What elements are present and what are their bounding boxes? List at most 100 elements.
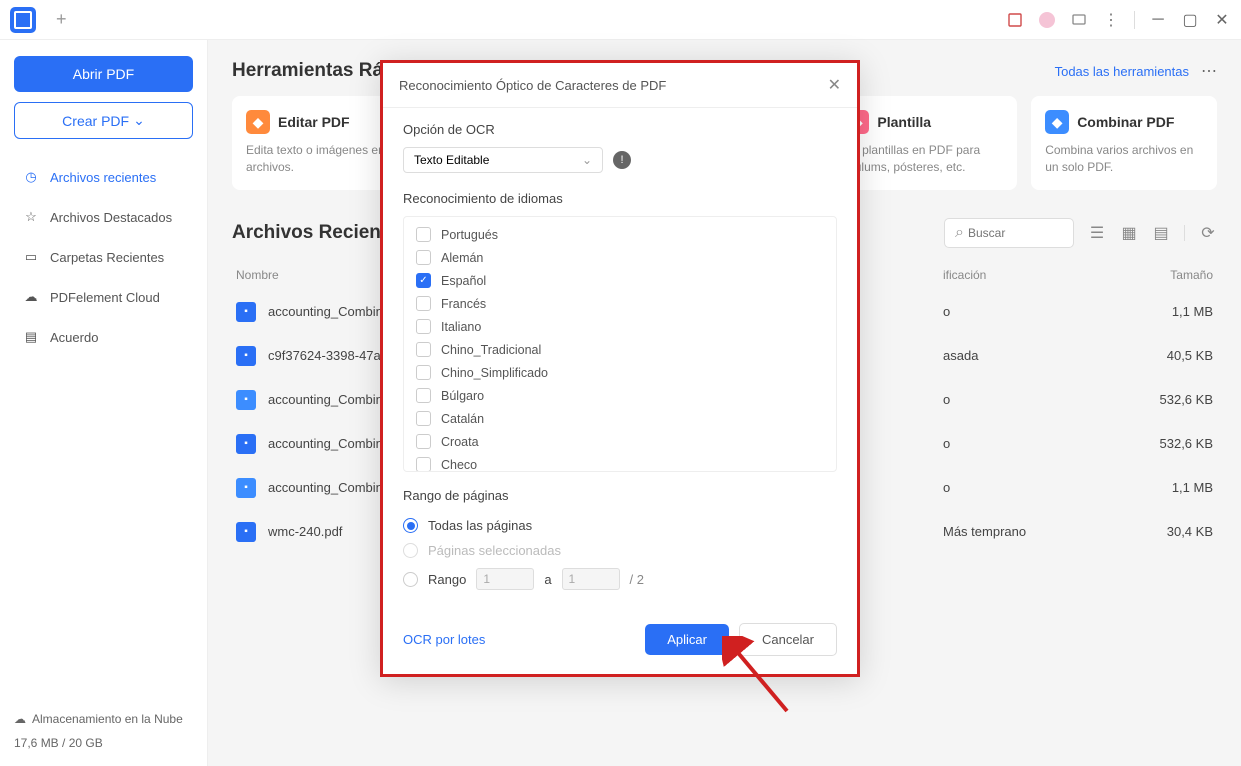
app-logo[interactable] bbox=[10, 7, 36, 33]
calendar-icon[interactable]: ▤ bbox=[1152, 224, 1170, 242]
divider bbox=[1134, 11, 1135, 29]
storage-value: 17,6 MB / 20 GB bbox=[14, 736, 193, 750]
lang-option[interactable]: Chino_Simplificado bbox=[404, 361, 836, 384]
radio-icon bbox=[403, 543, 418, 558]
file-modified: o bbox=[943, 392, 1133, 407]
tool-card-4[interactable]: ◆ Combinar PDF Combina varios archivos en … bbox=[1031, 96, 1217, 190]
storage-info: ☁Almacenamiento en la Nube 17,6 MB / 20 … bbox=[14, 712, 193, 750]
tool-icon: ◆ bbox=[1045, 110, 1069, 134]
language-list[interactable]: Portugués Alemán ✓EspañolFrancés Italiano Ch… bbox=[403, 216, 837, 472]
sidebar-item-0[interactable]: ◷Archivos recientes bbox=[14, 157, 193, 197]
nav-label: Archivos recientes bbox=[50, 170, 156, 185]
nav-label: PDFelement Cloud bbox=[50, 290, 160, 305]
file-modified: o bbox=[943, 436, 1133, 451]
checkbox-icon bbox=[416, 411, 431, 426]
sidebar-item-4[interactable]: ▤Acuerdo bbox=[14, 317, 193, 357]
lang-label: Italiano bbox=[441, 320, 481, 334]
checkbox-icon bbox=[416, 319, 431, 334]
tool-title: Combinar PDF bbox=[1077, 114, 1174, 130]
lang-label: Alemán bbox=[441, 251, 483, 265]
avatar-icon[interactable] bbox=[1038, 11, 1056, 29]
ocr-dialog: Reconocimiento Óptico de Caracteres de P… bbox=[380, 60, 860, 677]
sidebar-item-2[interactable]: ▭Carpetas Recientes bbox=[14, 237, 193, 277]
lang-label: Catalán bbox=[441, 412, 484, 426]
kebab-menu-icon[interactable]: ⋮ bbox=[1102, 11, 1120, 29]
grid-view-icon[interactable]: ▦ bbox=[1120, 224, 1138, 242]
lang-option[interactable]: Alemán bbox=[404, 246, 836, 269]
open-pdf-button[interactable]: Abrir PDF bbox=[14, 56, 193, 92]
close-button[interactable]: ✕ bbox=[1213, 11, 1231, 29]
tool-title: Plantilla bbox=[877, 114, 931, 130]
info-icon[interactable]: ! bbox=[613, 151, 631, 169]
tool-icon: ◆ bbox=[246, 110, 270, 134]
checkbox-icon bbox=[416, 434, 431, 449]
dialog-title: Reconocimiento Óptico de Caracteres de P… bbox=[399, 78, 666, 93]
lang-option[interactable]: Checo bbox=[404, 453, 836, 472]
range-to-input[interactable] bbox=[562, 568, 620, 590]
nav-label: Archivos Destacados bbox=[50, 210, 172, 225]
file-size: 532,6 KB bbox=[1133, 436, 1213, 451]
create-pdf-button[interactable]: Crear PDF⌄ bbox=[14, 102, 193, 139]
maximize-button[interactable]: ▢ bbox=[1181, 11, 1199, 29]
search-icon: ⌕ bbox=[955, 224, 964, 242]
ocr-option-select[interactable]: Texto Editable ⌄ bbox=[403, 147, 603, 173]
lang-label: Chino_Tradicional bbox=[441, 343, 541, 357]
range-from-input[interactable] bbox=[476, 568, 534, 590]
file-size: 1,1 MB bbox=[1133, 304, 1213, 319]
file-size: 532,6 KB bbox=[1133, 392, 1213, 407]
lang-label: Croata bbox=[441, 435, 479, 449]
sidebar-item-1[interactable]: ☆ Archivos Destacados bbox=[14, 197, 193, 237]
nav-icon: ☆ bbox=[22, 208, 40, 226]
file-icon: ▪ bbox=[236, 478, 256, 498]
file-icon: ▪ bbox=[236, 434, 256, 454]
chevron-down-icon: ⌄ bbox=[133, 112, 145, 129]
lang-label: Búlgaro bbox=[441, 389, 484, 403]
apply-button[interactable]: Aplicar bbox=[645, 624, 729, 655]
search-input[interactable] bbox=[968, 226, 1063, 240]
lang-option[interactable]: Catalán bbox=[404, 407, 836, 430]
checkbox-icon bbox=[416, 296, 431, 311]
tool-desc: Combina varios archivos en un solo PDF. bbox=[1045, 142, 1203, 176]
range-all-option[interactable]: Todas las páginas bbox=[403, 513, 837, 538]
cancel-button[interactable]: Cancelar bbox=[739, 623, 837, 656]
list-view-icon[interactable]: ☰ bbox=[1088, 224, 1106, 242]
new-tab-button[interactable]: + bbox=[48, 9, 75, 30]
radio-icon bbox=[403, 518, 418, 533]
file-icon: ▪ bbox=[236, 302, 256, 322]
lang-label: Portugués bbox=[441, 228, 498, 242]
notification-icon[interactable] bbox=[1006, 11, 1024, 29]
nav-icon: ▤ bbox=[22, 328, 40, 346]
batch-ocr-link[interactable]: OCR por lotes bbox=[403, 632, 485, 647]
checkbox-icon bbox=[416, 250, 431, 265]
sidebar-item-3[interactable]: ☁ PDFelement Cloud bbox=[14, 277, 193, 317]
all-tools-link[interactable]: Todas las herramientas bbox=[1055, 64, 1189, 79]
file-icon: ▪ bbox=[236, 522, 256, 542]
divider bbox=[1184, 225, 1185, 241]
sidebar: Abrir PDF Crear PDF⌄ ◷Archivos recientes… bbox=[0, 40, 208, 766]
lang-option[interactable]: ✓Español bbox=[404, 269, 836, 292]
range-custom-option[interactable]: Rango a / 2 bbox=[403, 563, 837, 595]
lang-option[interactable]: Búlgaro bbox=[404, 384, 836, 407]
tools-more-icon[interactable]: ⋯ bbox=[1201, 61, 1217, 81]
search-box[interactable]: ⌕ bbox=[944, 218, 1074, 248]
lang-option[interactable]: Italiano bbox=[404, 315, 836, 338]
refresh-icon[interactable]: ⟳ bbox=[1199, 224, 1217, 242]
minimize-button[interactable]: ─ bbox=[1149, 11, 1167, 29]
tool-title: Editar PDF bbox=[278, 114, 350, 130]
file-icon: ▪ bbox=[236, 390, 256, 410]
lang-option[interactable]: Francés bbox=[404, 292, 836, 315]
lang-option[interactable]: Chino_Tradicional bbox=[404, 338, 836, 361]
lang-label: Español bbox=[441, 274, 486, 288]
ocr-option-label: Opción de OCR bbox=[403, 122, 837, 137]
lang-option[interactable]: Portugués bbox=[404, 223, 836, 246]
lang-option[interactable]: Croata bbox=[404, 430, 836, 453]
checkbox-icon bbox=[416, 457, 431, 472]
file-size: 1,1 MB bbox=[1133, 480, 1213, 495]
checkbox-icon bbox=[416, 342, 431, 357]
file-icon: ▪ bbox=[236, 346, 256, 366]
file-modified: o bbox=[943, 480, 1133, 495]
chat-icon[interactable] bbox=[1070, 11, 1088, 29]
checkbox-icon bbox=[416, 227, 431, 242]
dialog-close-button[interactable]: ✕ bbox=[828, 75, 841, 95]
nav-icon: ☁ bbox=[22, 288, 40, 306]
